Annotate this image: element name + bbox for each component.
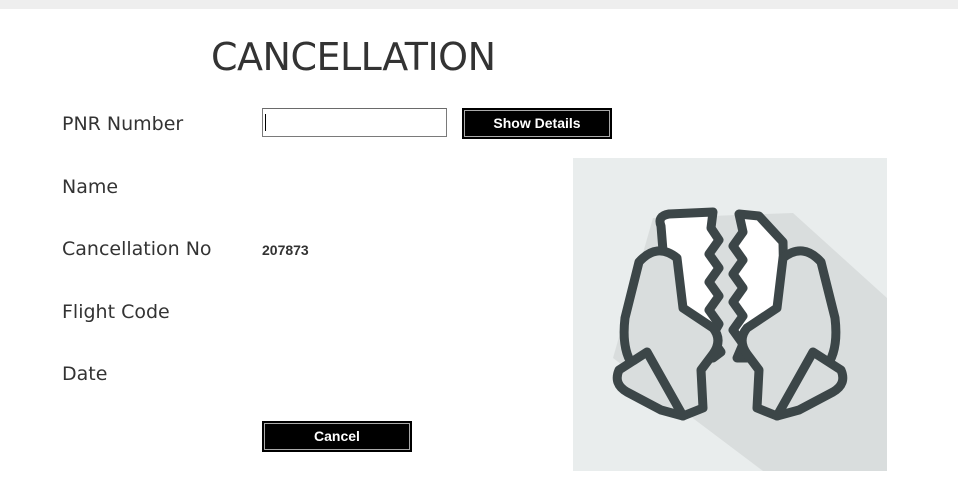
show-details-button[interactable]: Show Details (462, 108, 612, 139)
name-label: Name (62, 176, 119, 198)
date-label: Date (62, 363, 108, 385)
cancellation-illustration (573, 158, 887, 471)
top-strip (0, 0, 958, 9)
cancellation-no-value: 207873 (262, 242, 309, 258)
pnr-number-input[interactable] (262, 108, 447, 137)
cancel-button[interactable]: Cancel (262, 421, 412, 452)
cancellation-window: CANCELLATION PNR Number Show Details Nam… (0, 0, 958, 485)
flight-code-label: Flight Code (62, 301, 170, 323)
text-caret (265, 114, 266, 131)
cancellation-no-label: Cancellation No (62, 238, 212, 260)
pnr-number-label: PNR Number (62, 113, 184, 135)
page-title: CANCELLATION (211, 35, 496, 79)
torn-ticket-hands-icon (612, 207, 887, 471)
